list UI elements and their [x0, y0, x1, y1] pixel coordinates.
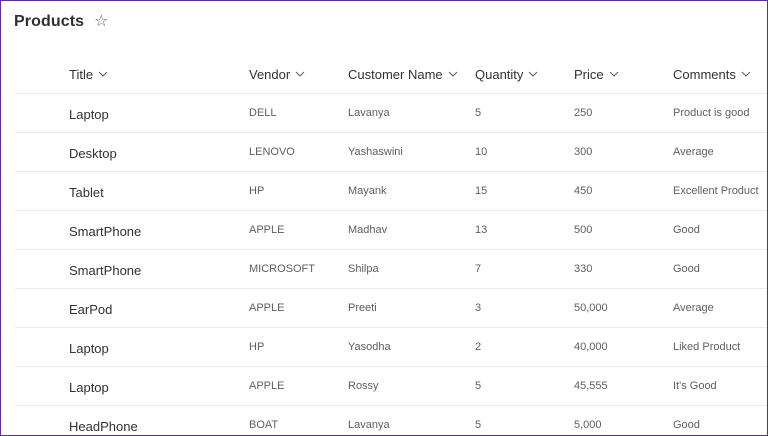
cell-customer-name: Mayank: [348, 185, 387, 197]
column-header-price[interactable]: Price: [574, 55, 619, 93]
cell-title[interactable]: HeadPhone: [69, 407, 138, 435]
cell-vendor: LENOVO: [249, 146, 295, 158]
cell-title[interactable]: Laptop: [69, 95, 109, 133]
cell-comments: Good: [673, 419, 700, 431]
column-header-label: Customer Name: [348, 66, 443, 82]
cell-quantity: 15: [475, 185, 488, 197]
cell-customer-name: Rossy: [348, 380, 379, 392]
cell-quantity: 13: [475, 224, 488, 236]
products-table: Title Vendor Customer Name Quantity Pric…: [15, 55, 767, 435]
column-header-label: Vendor: [249, 66, 291, 82]
column-header-vendor[interactable]: Vendor: [249, 55, 305, 93]
cell-comments: It's Good: [673, 380, 717, 392]
chevron-down-icon: [529, 71, 538, 77]
page-title: Products: [14, 13, 85, 30]
column-header-label: Title: [69, 66, 94, 82]
table-row[interactable]: HeadPhone BOAT Lavanya 5 5,000 Good: [15, 406, 767, 435]
cell-price: 450: [574, 185, 593, 197]
favorite-star-icon[interactable]: ☆: [94, 14, 108, 30]
cell-comments: Excellent Product: [673, 185, 759, 197]
cell-title[interactable]: SmartPhone: [69, 251, 141, 289]
cell-customer-name: Shilpa: [348, 263, 379, 275]
cell-comments: Product is good: [673, 107, 750, 119]
cell-price: 500: [574, 224, 593, 236]
cell-comments: Average: [673, 146, 714, 158]
cell-vendor: APPLE: [249, 380, 285, 392]
cell-comments: Good: [673, 224, 700, 236]
chevron-down-icon: [741, 71, 751, 77]
cell-title[interactable]: Desktop: [69, 134, 117, 172]
cell-vendor: HP: [249, 341, 265, 353]
chevron-down-icon: [448, 71, 457, 77]
table-header-row: Title Vendor Customer Name Quantity Pric…: [15, 55, 767, 94]
cell-customer-name: Preeti: [348, 302, 377, 314]
list-header: Products ☆: [14, 13, 109, 31]
cell-vendor: APPLE: [249, 302, 285, 314]
cell-quantity: 7: [475, 263, 482, 275]
table-row[interactable]: Laptop HP Yasodha 2 40,000 Liked Product: [15, 328, 767, 367]
cell-title[interactable]: SmartPhone: [69, 212, 141, 250]
cell-quantity: 3: [475, 302, 482, 314]
cell-price: 250: [574, 107, 593, 119]
cell-title[interactable]: Tablet: [69, 173, 104, 211]
cell-vendor: DELL: [249, 107, 277, 119]
column-header-label: Price: [574, 66, 604, 82]
table-body: Laptop DELL Lavanya 5 250 Product is goo…: [15, 94, 767, 435]
column-header-title[interactable]: Title: [69, 55, 108, 93]
cell-customer-name: Madhav: [348, 224, 388, 236]
cell-customer-name: Yasodha: [348, 341, 391, 353]
cell-customer-name: Lavanya: [348, 107, 390, 119]
cell-price: 330: [574, 263, 593, 275]
column-header-comments[interactable]: Comments: [673, 55, 751, 93]
cell-comments: Average: [673, 302, 714, 314]
cell-price: 45,555: [574, 380, 608, 392]
column-header-label: Quantity: [475, 66, 524, 82]
chevron-down-icon: [98, 71, 108, 77]
column-header-label: Comments: [673, 66, 736, 82]
cell-title[interactable]: Laptop: [69, 329, 109, 367]
cell-price: 50,000: [574, 302, 608, 314]
cell-quantity: 5: [475, 419, 482, 431]
cell-customer-name: Lavanya: [348, 419, 390, 431]
table-row[interactable]: Tablet HP Mayank 15 450 Excellent Produc…: [15, 172, 767, 211]
cell-title[interactable]: Laptop: [69, 368, 109, 406]
cell-vendor: APPLE: [249, 224, 285, 236]
chevron-down-icon: [295, 71, 305, 77]
column-header-quantity[interactable]: Quantity: [475, 55, 538, 93]
table-row[interactable]: EarPod APPLE Preeti 3 50,000 Average: [15, 289, 767, 328]
table-row[interactable]: SmartPhone MICROSOFT Shilpa 7 330 Good: [15, 250, 767, 289]
cell-quantity: 5: [475, 107, 482, 119]
cell-quantity: 5: [475, 380, 482, 392]
cell-comments: Liked Product: [673, 341, 741, 353]
cell-quantity: 2: [475, 341, 482, 353]
table-row[interactable]: SmartPhone APPLE Madhav 13 500 Good: [15, 211, 767, 250]
cell-title[interactable]: EarPod: [69, 290, 112, 328]
cell-quantity: 10: [475, 146, 488, 158]
table-row[interactable]: Laptop APPLE Rossy 5 45,555 It's Good: [15, 367, 767, 406]
chevron-down-icon: [609, 71, 618, 77]
cell-vendor: BOAT: [249, 419, 279, 431]
cell-price: 40,000: [574, 341, 608, 353]
cell-price: 5,000: [574, 419, 602, 431]
list-view-frame: Products ☆ Title Vendor Customer Name Qu…: [0, 0, 768, 436]
table-row[interactable]: Laptop DELL Lavanya 5 250 Product is goo…: [15, 94, 767, 133]
column-header-customer-name[interactable]: Customer Name: [348, 55, 458, 93]
cell-comments: Good: [673, 263, 700, 275]
cell-vendor: MICROSOFT: [249, 263, 315, 275]
table-row[interactable]: Desktop LENOVO Yashaswini 10 300 Average: [15, 133, 767, 172]
cell-customer-name: Yashaswini: [348, 146, 403, 158]
cell-price: 300: [574, 146, 593, 158]
cell-vendor: HP: [249, 185, 265, 197]
